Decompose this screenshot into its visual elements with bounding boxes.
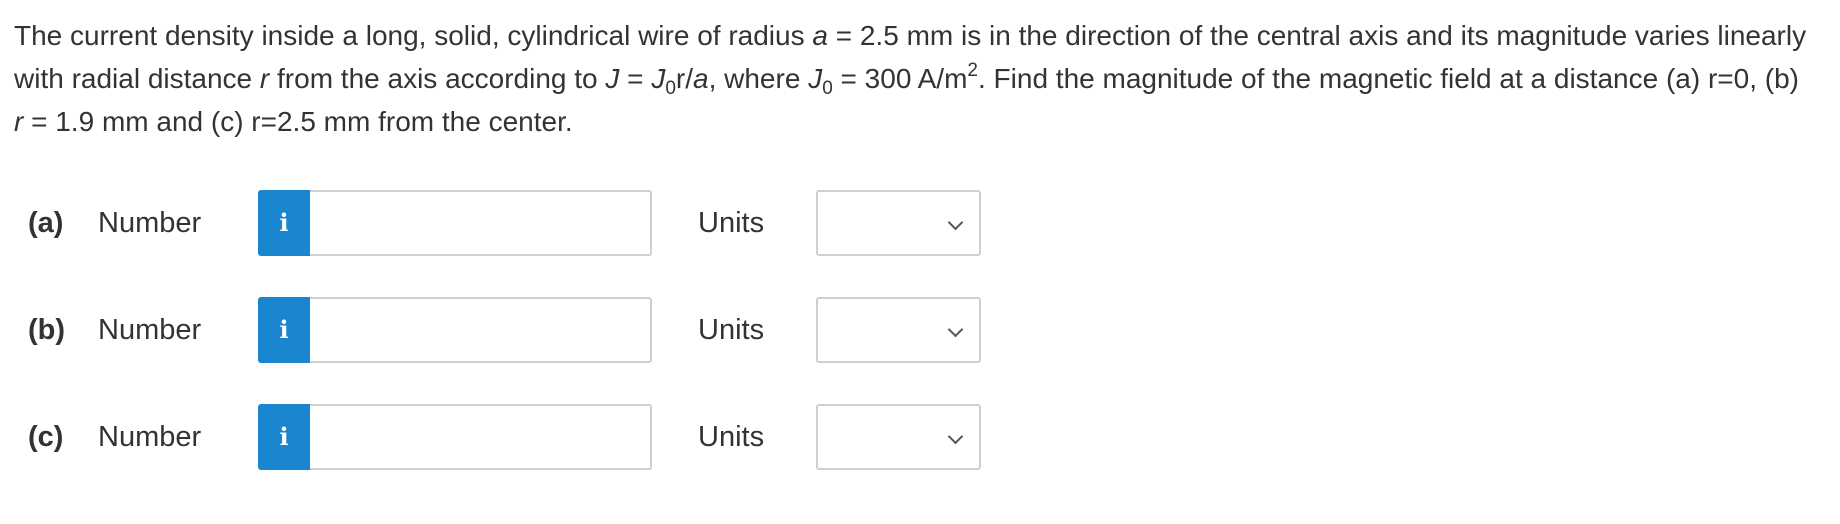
- chevron-down-icon: [947, 214, 964, 231]
- answer-row-a: (a) Number i Units: [0, 190, 1000, 256]
- info-button[interactable]: i: [258, 190, 310, 256]
- problem-text: , where: [708, 63, 809, 94]
- part-label: (b): [28, 314, 66, 346]
- variable-j0: J: [651, 63, 666, 94]
- problem-text: . Find the magnitude of the magnetic fie…: [977, 63, 1799, 94]
- answer-row-c: (c) Number i Units: [0, 404, 1000, 470]
- info-icon: i: [279, 315, 289, 344]
- info-button[interactable]: i: [258, 404, 310, 470]
- problem-text: = 1.9 mm and (c) r=2.5 mm from the cente…: [23, 106, 573, 137]
- problem-statement: The current density inside a long, solid…: [14, 14, 1814, 143]
- problem-text: from the axis according to: [269, 63, 606, 94]
- variable-j: J: [605, 63, 620, 94]
- number-input[interactable]: [310, 190, 652, 256]
- subscript-zero: 0: [665, 78, 676, 99]
- problem-text: r/: [675, 63, 693, 94]
- part-label: (c): [28, 421, 64, 453]
- info-icon: i: [279, 208, 289, 237]
- number-label: Number: [98, 207, 202, 239]
- problem-text: = 300 A/m: [832, 63, 968, 94]
- number-input[interactable]: [310, 404, 652, 470]
- subscript-zero: 0: [822, 78, 833, 99]
- units-select[interactable]: [816, 190, 981, 256]
- chevron-down-icon: [947, 428, 964, 445]
- units-select[interactable]: [816, 404, 981, 470]
- variable-r: r: [14, 106, 24, 137]
- variable-r: r: [259, 63, 270, 94]
- variable-a: a: [812, 20, 828, 51]
- number-label: Number: [98, 314, 202, 346]
- part-label: (a): [28, 207, 64, 239]
- units-select[interactable]: [816, 297, 981, 363]
- problem-text: =: [619, 63, 652, 94]
- info-button[interactable]: i: [258, 297, 310, 363]
- units-label: Units: [698, 207, 765, 239]
- number-input[interactable]: [310, 297, 652, 363]
- chevron-down-icon: [947, 321, 964, 338]
- problem-text: The current density inside a long, solid…: [14, 20, 813, 51]
- superscript-two: 2: [967, 60, 978, 81]
- variable-j0: J: [808, 63, 823, 94]
- units-label: Units: [698, 314, 765, 346]
- units-label: Units: [698, 421, 765, 453]
- info-icon: i: [279, 422, 289, 451]
- number-label: Number: [98, 421, 202, 453]
- answer-row-b: (b) Number i Units: [0, 297, 1000, 363]
- variable-a: a: [693, 63, 709, 94]
